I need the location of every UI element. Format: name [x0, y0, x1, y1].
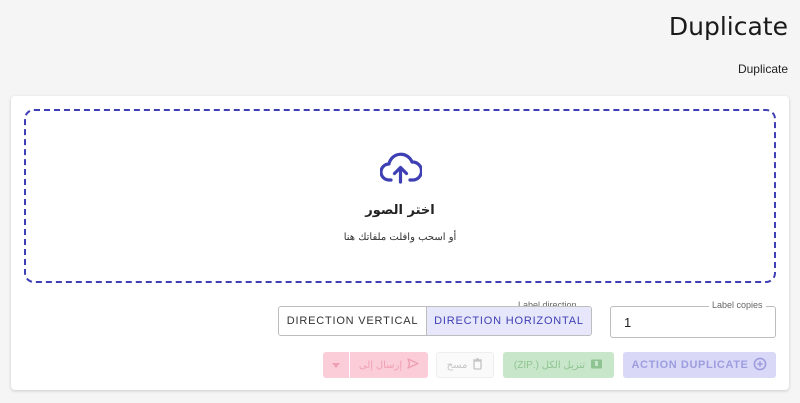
dropzone-hint: أو اسحب وافلت ملفاتك هنا [343, 232, 457, 243]
download-zip-label: تنزيل الكل (.ZIP) [513, 359, 586, 371]
image-dropzone[interactable]: اختر الصور أو اسحب وافلت ملفاتك هنا [24, 109, 776, 283]
delete-label: مسح [446, 359, 468, 371]
caret-down-icon [332, 360, 340, 371]
send-icon [407, 358, 419, 372]
copies-label: Label copies [709, 300, 766, 310]
send-to-label: إرسال إلى [358, 359, 403, 371]
page-title: Duplicate [668, 12, 788, 41]
download-zip-button[interactable]: تنزيل الكل (.ZIP) [503, 352, 614, 378]
cloud-upload-icon [379, 151, 424, 192]
breadcrumb[interactable]: Duplicate [738, 62, 788, 76]
copies-field[interactable] [610, 306, 776, 338]
add-circle-icon [753, 357, 767, 374]
duplicate-button-label: ACTION DUPLICATE [631, 359, 749, 371]
dropzone-title: اختر الصور [365, 203, 435, 218]
direction-vertical-option[interactable]: DIRECTION VERTICAL [279, 307, 427, 335]
direction-toggle[interactable]: DIRECTION VERTICAL DIRECTION HORIZONTAL [278, 306, 592, 336]
archive-icon [590, 358, 603, 373]
copies-input[interactable] [624, 315, 764, 330]
send-to-button[interactable]: إرسال إلى [350, 352, 428, 378]
main-card: اختر الصور أو اسحب وافلت ملفاتك هنا Labe… [11, 96, 789, 390]
delete-button[interactable]: مسح [436, 352, 494, 378]
send-to-dropdown-button[interactable] [323, 352, 349, 378]
delete-icon [472, 357, 483, 373]
duplicate-button[interactable]: ACTION DUPLICATE [623, 352, 776, 378]
direction-horizontal-option[interactable]: DIRECTION HORIZONTAL [427, 307, 591, 335]
